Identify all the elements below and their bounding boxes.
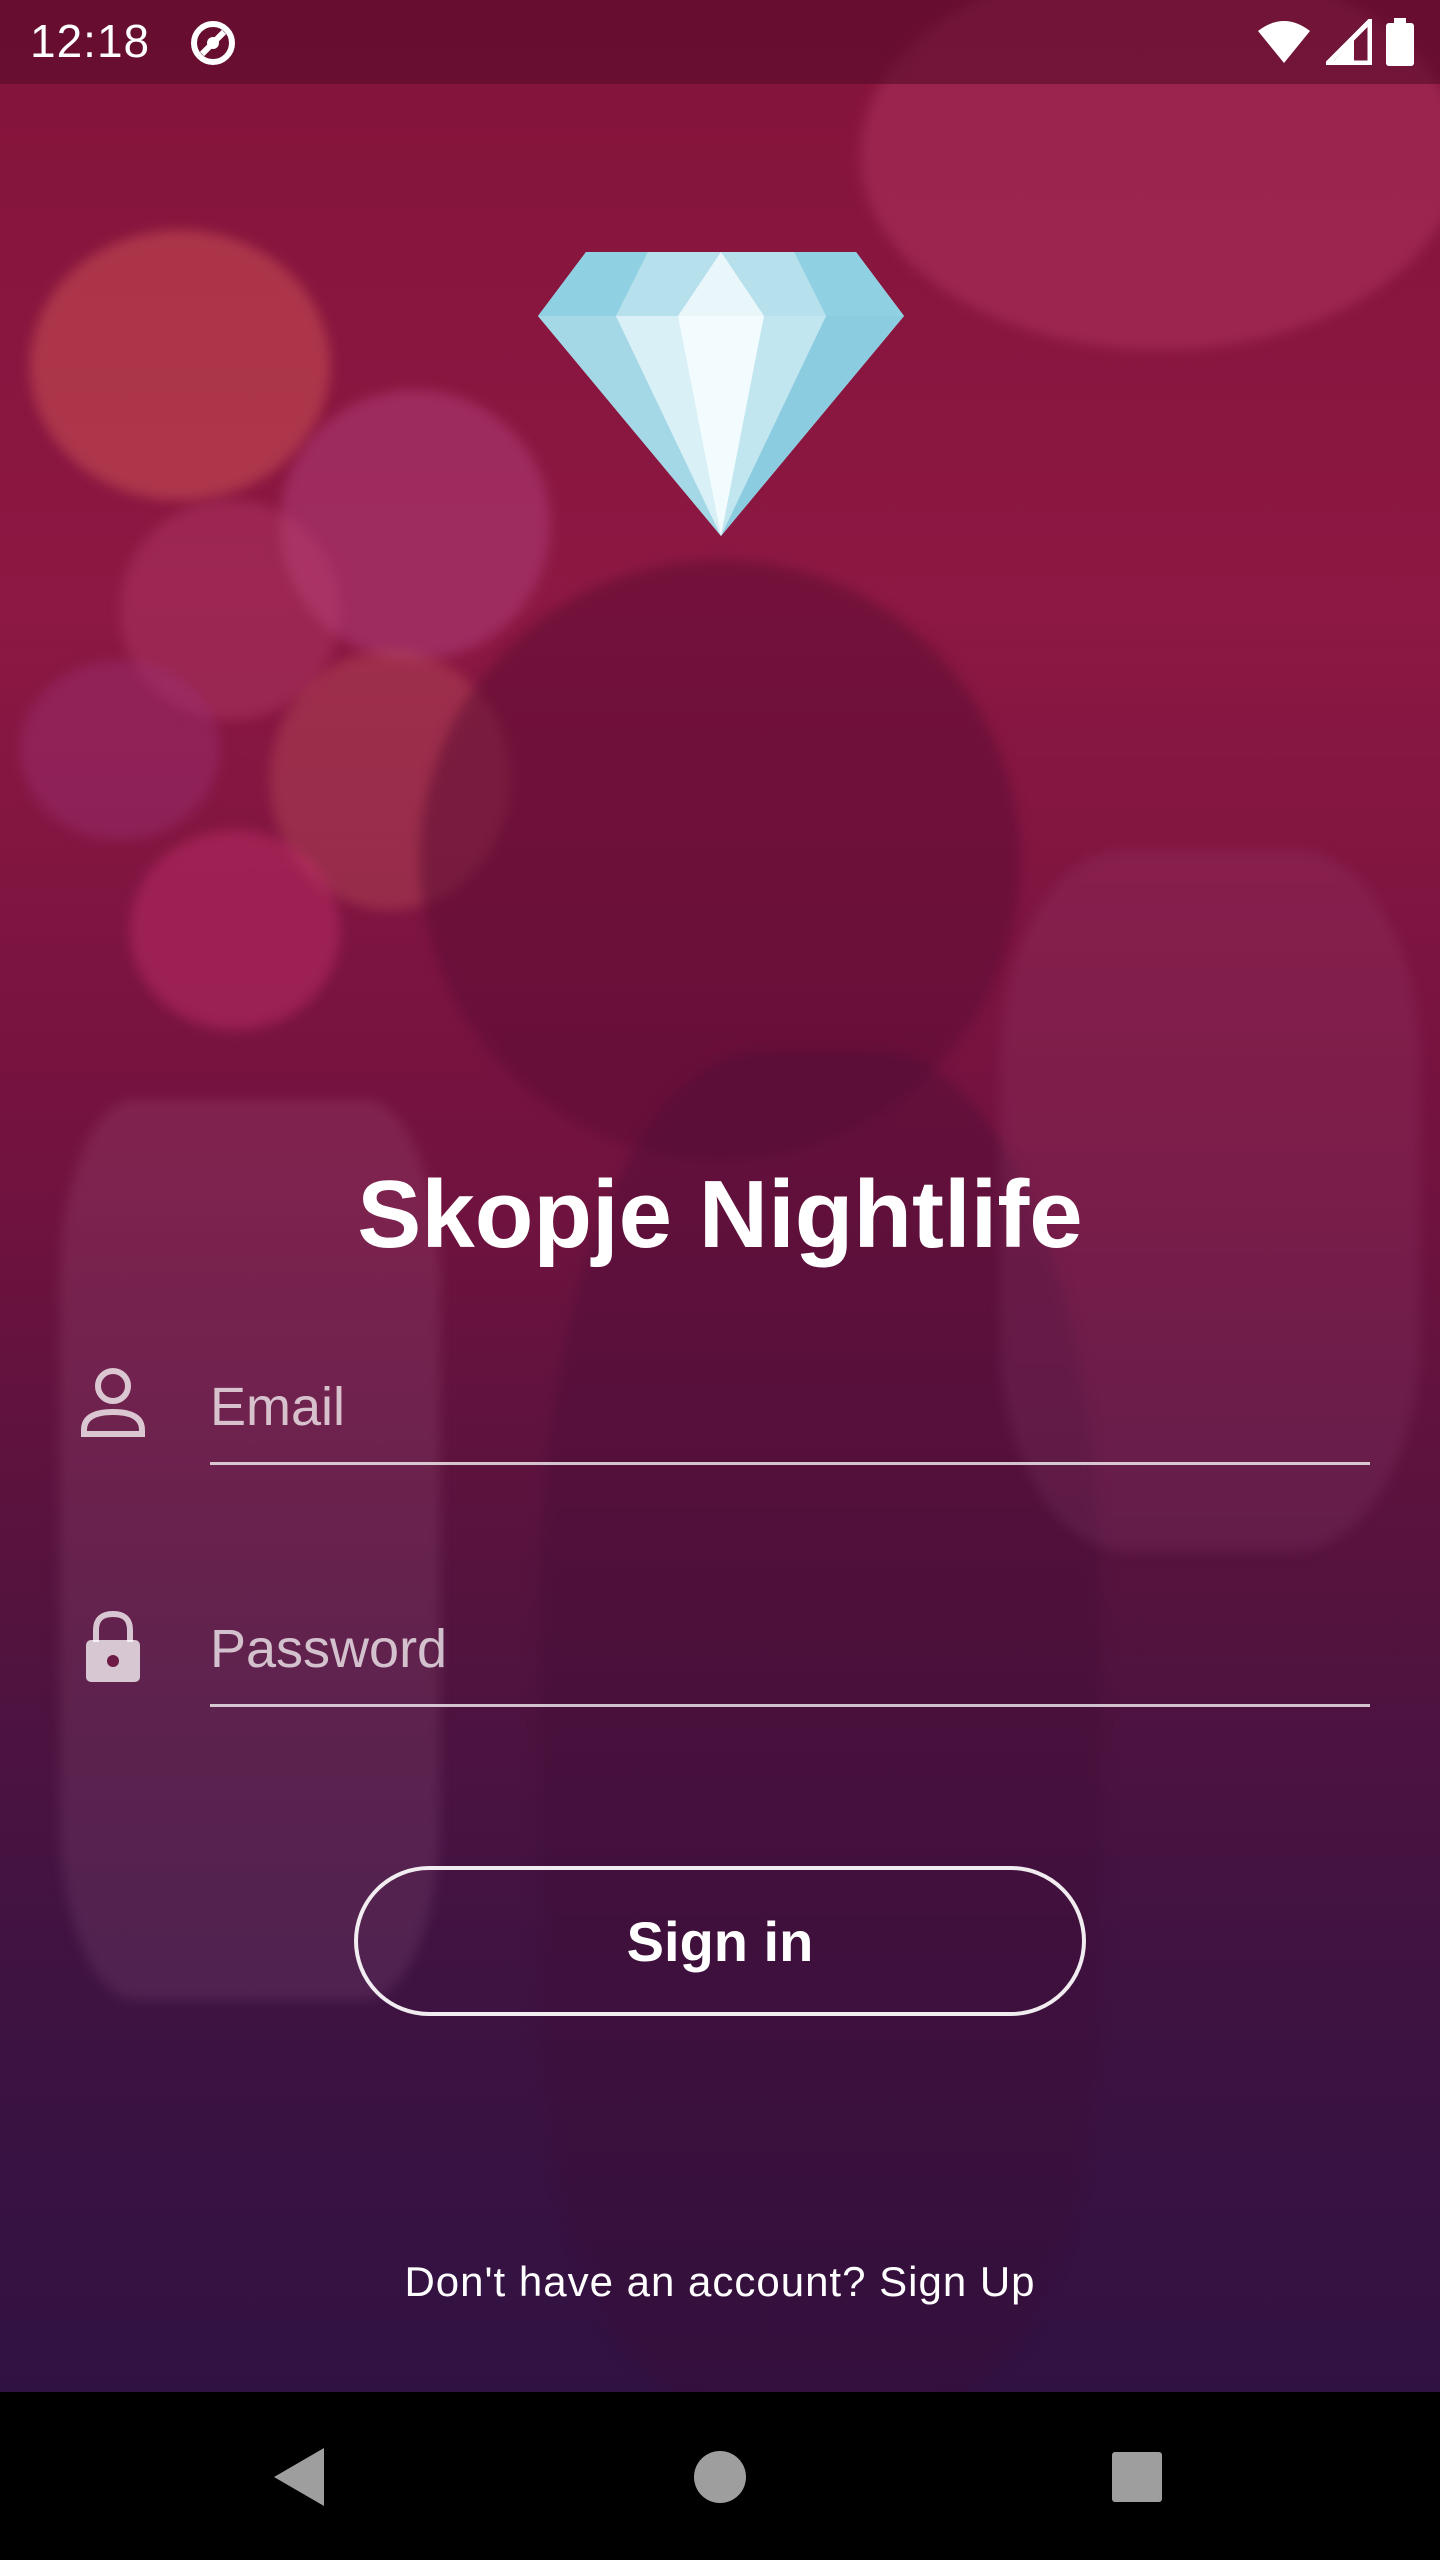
lock-icon <box>86 1610 140 1682</box>
diamond-icon <box>538 252 904 536</box>
status-time: 12:18 <box>30 15 151 67</box>
person-icon <box>81 1368 145 1437</box>
cell-signal-icon <box>1326 19 1372 65</box>
navigation-bar <box>0 2392 1440 2560</box>
wifi-icon <box>1258 21 1310 63</box>
battery-icon <box>1386 18 1414 66</box>
sign-up-link[interactable]: Don't have an account? Sign Up <box>0 2258 1440 2306</box>
password-field-row <box>70 1594 1370 1724</box>
email-field-row <box>70 1352 1370 1482</box>
status-bar: 12:18 <box>0 0 1440 84</box>
sign-in-button[interactable]: Sign in <box>354 1866 1086 2016</box>
no-disturb-icon <box>191 21 235 65</box>
password-input[interactable] <box>210 1594 1370 1707</box>
recent-square-icon[interactable] <box>1102 2442 1172 2512</box>
email-input[interactable] <box>210 1352 1370 1465</box>
app-title: Skopje Nightlife <box>357 1161 1083 1268</box>
back-triangle-icon[interactable] <box>268 2442 338 2512</box>
status-icons <box>1256 18 1414 66</box>
home-circle-icon[interactable] <box>685 2442 755 2512</box>
